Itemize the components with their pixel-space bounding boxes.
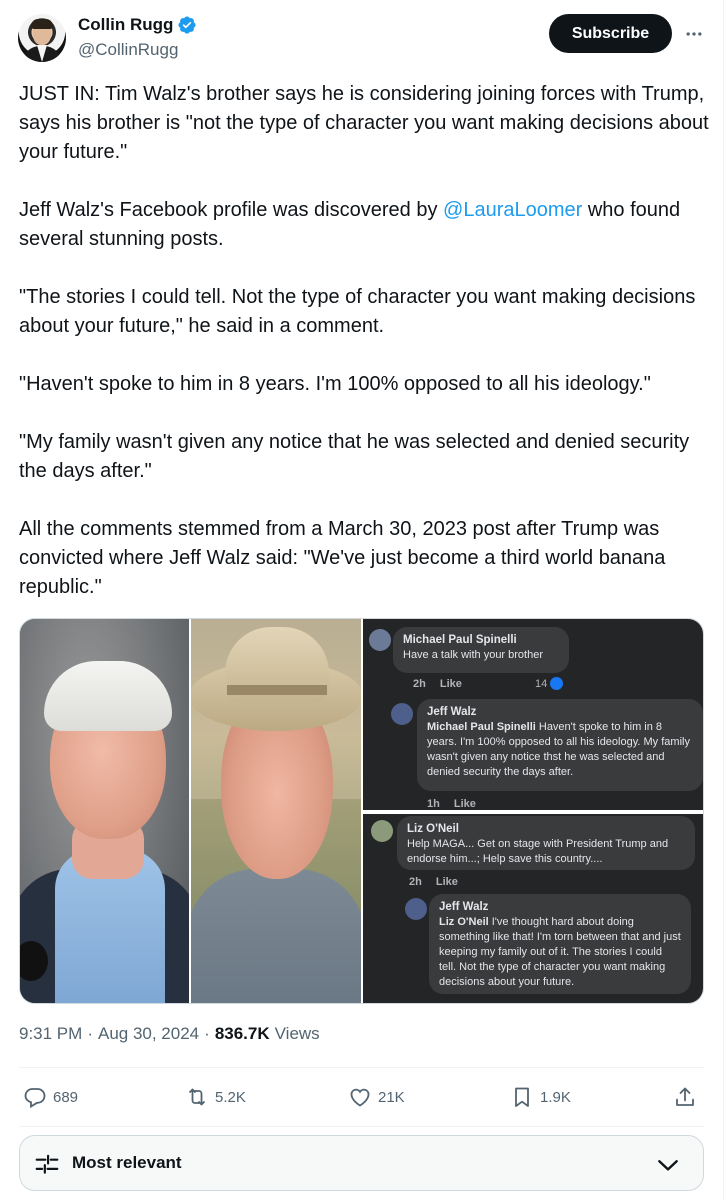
- photo-tim-walz[interactable]: [20, 619, 189, 1003]
- fb-like-icon: [550, 677, 564, 690]
- chevron-down-icon: [658, 1160, 678, 1171]
- tweet-paragraph-5: "My family wasn't given any notice that …: [19, 431, 690, 482]
- more-options-icon[interactable]: [684, 24, 704, 44]
- fb-comments-top: Michael Paul Spinelli Have a talk with y…: [363, 619, 703, 810]
- reply-count: 689: [53, 1088, 79, 1106]
- verified-badge-icon: [178, 16, 196, 34]
- tweet-paragraph-6: All the comments stemmed from a March 30…: [19, 518, 666, 598]
- tweet-p2-before: Jeff Walz's Facebook profile was discove…: [19, 199, 444, 221]
- fb-comment-tag: Liz O'Neil: [439, 916, 489, 928]
- fb-comment-time: 2h: [409, 876, 422, 888]
- fb-comment-author: Liz O'Neil: [407, 823, 459, 835]
- fb-comment-time: 1h: [427, 798, 440, 810]
- fb-comment-text: Help MAGA... Get on stage with President…: [407, 838, 669, 865]
- author-avatar[interactable]: [18, 14, 66, 62]
- fb-comment-author: Michael Paul Spinelli: [403, 634, 517, 646]
- tweet-paragraph-1: JUST IN: Tim Walz's brother says he is c…: [19, 83, 709, 163]
- fb-like-count-value: 14: [535, 677, 548, 690]
- post-time[interactable]: 9:31 PM: [19, 1024, 82, 1044]
- commenter-avatar: [405, 898, 427, 920]
- share-button[interactable]: [673, 1078, 697, 1116]
- divider: [19, 1067, 704, 1068]
- repost-count: 5.2K: [215, 1088, 246, 1106]
- commenter-avatar: [371, 820, 393, 842]
- tweet-timestamp: 9:31 PM · Aug 30, 2024 · 836.7K Views: [19, 1024, 320, 1044]
- repost-button[interactable]: 5.2K: [185, 1078, 246, 1116]
- tweet-header: Collin Rugg @CollinRugg Subscribe: [18, 14, 704, 66]
- fb-like-link: Like: [435, 876, 458, 888]
- like-button[interactable]: 21K: [348, 1078, 405, 1116]
- fb-comment-meta: 2h Like: [413, 678, 476, 690]
- fb-comment-text: Liz O'Neil I've thought hard about doing…: [439, 915, 681, 990]
- facebook-comments-screenshot[interactable]: Michael Paul Spinelli Have a talk with y…: [363, 619, 703, 1003]
- fb-like-link: Like: [439, 678, 462, 690]
- commenter-avatar: [391, 703, 413, 725]
- tweet-paragraph-2: Jeff Walz's Facebook profile was discove…: [19, 196, 709, 254]
- timestamp-separator: ·: [204, 1024, 210, 1043]
- views-label: Views: [274, 1024, 320, 1043]
- subscribe-button[interactable]: Subscribe: [549, 14, 672, 53]
- author-handle[interactable]: @CollinRugg: [78, 40, 178, 60]
- like-count: 21K: [378, 1088, 405, 1106]
- divider: [19, 1126, 704, 1127]
- fb-like-count: 14: [535, 677, 564, 690]
- avatar-hair: [31, 19, 53, 29]
- commenter-avatar: [369, 629, 391, 651]
- tweet-actions: 689 5.2K 21K 1.9K: [19, 1078, 705, 1118]
- tweet-paragraph-3: "The stories I could tell. Not the type …: [19, 286, 696, 337]
- photo-tshirt: [191, 869, 361, 1003]
- fb-comment-meta: 2h Like: [409, 876, 472, 888]
- fb-comments-bottom: Liz O'Neil Help MAGA... Get on stage wit…: [363, 814, 703, 1003]
- photo-jeff-walz[interactable]: [191, 619, 361, 1003]
- sliders-icon: [35, 1154, 59, 1174]
- fb-comment-text: Michael Paul Spinelli Haven't spoke to h…: [427, 720, 693, 780]
- fb-comment-time: 2h: [413, 678, 426, 690]
- reply-icon: [24, 1088, 46, 1109]
- timestamp-separator: ·: [87, 1024, 93, 1043]
- reply-sort-dropdown[interactable]: Most relevant: [19, 1135, 704, 1191]
- fb-comment-bubble: Jeff Walz Liz O'Neil I've thought hard a…: [429, 894, 691, 994]
- share-icon: [676, 1087, 694, 1106]
- fb-comment-meta: 1h Like: [427, 798, 490, 810]
- fb-comment-bubble: Jeff Walz Michael Paul Spinelli Haven't …: [417, 699, 703, 791]
- sort-selected-value: Most relevant: [72, 1153, 182, 1172]
- fb-comment-author: Jeff Walz: [427, 706, 477, 718]
- photo-hat-band: [227, 685, 327, 695]
- repost-icon: [188, 1088, 206, 1106]
- views-count: 836.7K: [214, 1024, 270, 1043]
- reply-button[interactable]: 689: [23, 1078, 78, 1116]
- tweet-media[interactable]: Michael Paul Spinelli Have a talk with y…: [19, 618, 704, 1004]
- post-date[interactable]: Aug 30, 2024: [98, 1024, 199, 1044]
- bookmark-count: 1.9K: [540, 1088, 571, 1106]
- fb-comment-bubble: Liz O'Neil Help MAGA... Get on stage wit…: [397, 816, 695, 870]
- fb-like-link: Like: [453, 798, 476, 810]
- fb-comment-author: Jeff Walz: [439, 901, 489, 913]
- author-name-row: Collin Rugg: [78, 15, 197, 35]
- fb-comment-bubble: Michael Paul Spinelli Have a talk with y…: [393, 627, 569, 673]
- mention-link[interactable]: @LauraLoomer: [443, 199, 582, 221]
- fb-comment-tag: Michael Paul Spinelli: [427, 721, 536, 733]
- tweet-text: JUST IN: Tim Walz's brother says he is c…: [19, 80, 709, 602]
- fb-comment-text: Have a talk with your brother: [403, 649, 544, 661]
- tweet-paragraph-4: "Haven't spoke to him in 8 years. I'm 10…: [19, 373, 651, 395]
- author-display-name[interactable]: Collin Rugg: [78, 15, 173, 35]
- heart-icon: [350, 1088, 370, 1107]
- bookmark-icon: [515, 1087, 529, 1107]
- bookmark-button[interactable]: 1.9K: [510, 1078, 571, 1116]
